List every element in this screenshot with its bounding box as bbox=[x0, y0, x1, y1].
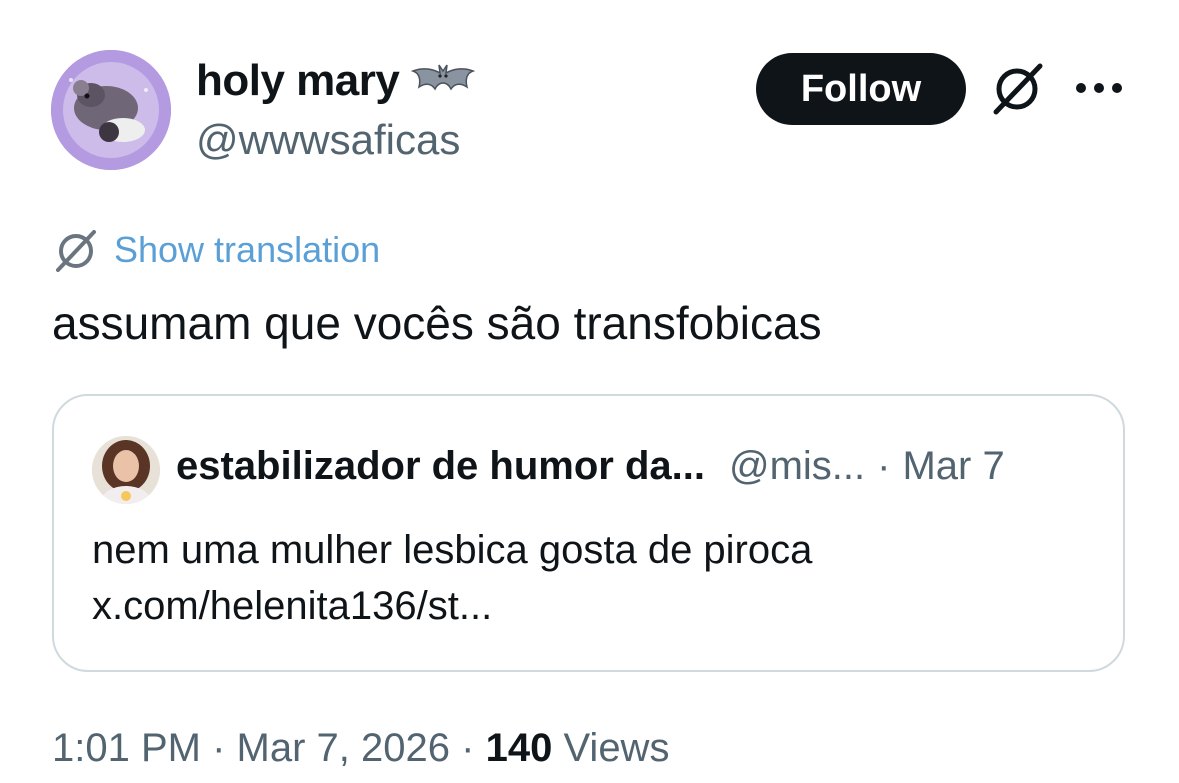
bat-icon bbox=[409, 61, 477, 101]
author-handle[interactable]: @wwwsaficas bbox=[196, 116, 460, 164]
more-options-icon[interactable] bbox=[1074, 80, 1124, 96]
separator-dot: · bbox=[877, 444, 891, 488]
views-count[interactable]: 140 bbox=[486, 726, 553, 770]
quoted-author-avatar bbox=[92, 436, 160, 504]
separator-dot: · bbox=[212, 726, 226, 770]
grok-icon[interactable] bbox=[990, 60, 1046, 116]
views-label: Views bbox=[563, 726, 670, 770]
tweet-date[interactable]: Mar 7, 2026 bbox=[237, 726, 450, 770]
show-translation-label[interactable]: Show translation bbox=[114, 229, 380, 271]
author-avatar[interactable] bbox=[51, 50, 171, 170]
tweet-time[interactable]: 1:01 PM bbox=[52, 726, 201, 770]
author-display-name[interactable]: holy mary bbox=[196, 56, 400, 106]
quoted-tweet-header: estabilizador de humor da... @mis... · M… bbox=[176, 444, 1005, 489]
quoted-tweet-date[interactable]: Mar 7 bbox=[902, 444, 1004, 489]
tweet-metadata: 1:01 PM · Mar 7, 2026 · 140 Views bbox=[52, 726, 669, 771]
follow-button[interactable]: Follow bbox=[756, 53, 966, 125]
show-translation-link[interactable]: Show translation bbox=[52, 226, 380, 274]
grok-icon bbox=[52, 226, 100, 274]
quoted-author-name[interactable]: estabilizador de humor da... bbox=[176, 444, 705, 489]
quoted-tweet-text: nem uma mulher lesbica gosta de piroca bbox=[92, 528, 813, 572]
quoted-tweet-link[interactable]: x.com/helenita136/st... bbox=[92, 578, 812, 634]
tweet-text: assumam que vocês são transfobicas bbox=[52, 297, 822, 349]
author-name[interactable]: holy mary bbox=[196, 56, 477, 106]
quoted-tweet-card[interactable]: estabilizador de humor da... @mis... · M… bbox=[52, 394, 1125, 672]
separator-dot: · bbox=[461, 726, 475, 770]
quoted-tweet-body: nem uma mulher lesbica gosta de piroca x… bbox=[92, 522, 812, 634]
quoted-author-handle[interactable]: @mis... bbox=[729, 444, 865, 489]
